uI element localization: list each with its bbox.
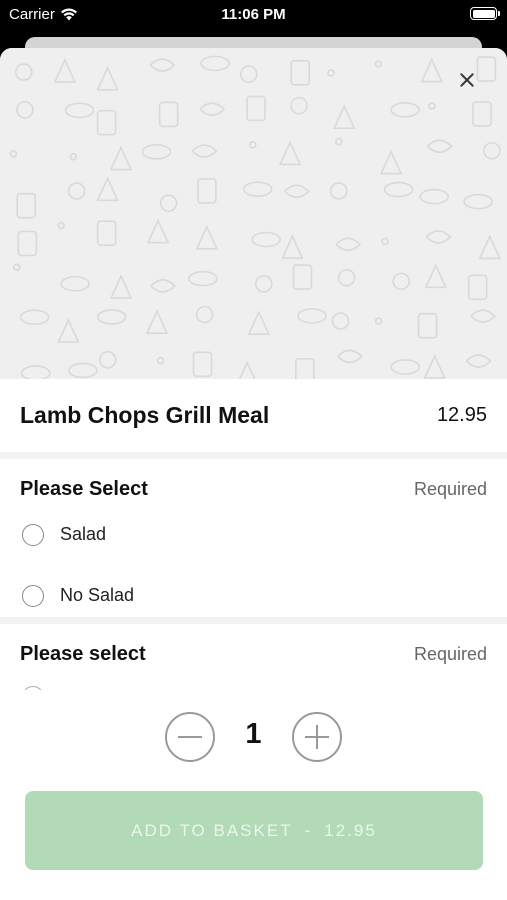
food-pattern-image	[0, 48, 507, 379]
option-salad[interactable]: Salad	[20, 509, 487, 560]
item-name: Lamb Chops Grill Meal	[20, 402, 270, 428]
add-button-price: 12.95	[324, 820, 377, 840]
quantity-value: 1	[245, 718, 262, 750]
option-group-title: Please select	[20, 642, 146, 665]
add-button-label: ADD TO BASKET	[131, 820, 293, 840]
option-group-1: Please Select Required Salad No Salad	[0, 459, 507, 617]
option-group-header: Please select Required	[20, 624, 487, 684]
minus-icon[interactable]	[165, 712, 215, 762]
add-to-basket-button[interactable]: ADD TO BASKET - 12.95	[25, 791, 483, 870]
status-bar: Carrier 11:06 PM	[0, 0, 507, 30]
option-no-salad[interactable]: No Salad	[20, 570, 487, 621]
order-footer: 1 ADD TO BASKET - 12.95	[0, 690, 507, 900]
option-label: No Salad	[60, 585, 135, 605]
add-button-separator: -	[304, 820, 313, 840]
item-price: 12.95	[436, 404, 487, 426]
radio-button[interactable]	[22, 584, 44, 607]
quantity-stepper: 1	[0, 712, 507, 762]
option-label: Salad	[60, 524, 107, 544]
close-icon[interactable]	[455, 68, 479, 92]
battery-icon	[470, 7, 500, 20]
required-label: Required	[413, 478, 487, 499]
doodle-pattern	[9, 55, 501, 379]
item-title-row: Lamb Chops Grill Meal 12.95	[0, 379, 507, 452]
status-time: 11:06 PM	[221, 6, 286, 23]
option-group-2: Please select Required	[0, 624, 507, 690]
radio-button[interactable]	[22, 523, 44, 546]
item-sheet: Lamb Chops Grill Meal 12.95 Please Selec…	[0, 48, 507, 900]
plus-icon[interactable]	[292, 712, 342, 762]
option-group-title: Please Select	[20, 477, 148, 500]
required-label: Required	[413, 643, 487, 664]
